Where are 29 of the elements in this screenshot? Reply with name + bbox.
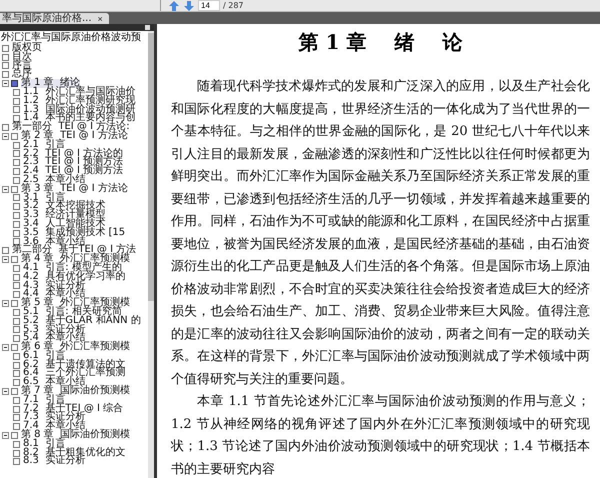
page-number-field[interactable]: 14 (198, 0, 220, 11)
bookmark-item[interactable]: 目次 (12, 52, 32, 62)
body-paragraph: 随着现代科学技术爆炸式的发展和广泛深入的应用，以及生产社会化和国际化程度的大幅度提高，世界经济生活的一体化成为了当代世界的一个基本特征。与之相伴的世界金融的国际化，是 20 世纪七八十年代以来引人注目的最新发展，金融渗透的深刻性和广泛性比以往任何时候都更为鲜明突出。而外汇汇率作为国际金融关系乃至国际经济关系正常发展的重要纽带，已渗透到包括经济生活的几乎一切领域，并发挥着越来越重要的作用。同样，石油作为不可或缺的能源和化工原料，在国民经济中占据重要地位，被誉为国民经济发展的血液，是国民经济基础的基础，由石油资源衍生出的化工产品更是触及人们生活的各个角落。但是国际市场上原油价格波动非常剧烈，不合时宜的买卖决策往往会给投资者造成巨大的经济损失，也会给石油生产、加工、消费、贸易企业带来巨大风险。值得注意的是汇率的波动往往又会影响国际油价的波动，两者之间有一定的联动关系。在这样的背景下，外汇汇率与国际油价波动预测就成了学术领域中两个值得研究与关注的重要问题。 (171, 78, 590, 388)
close-tab-button[interactable]: × (98, 14, 103, 24)
bookmark-item[interactable]: 版权页 (12, 44, 42, 53)
bookmarks-title: 外汇汇率与国际原油价格波动预 (0, 32, 142, 43)
collapse-toggle-icon[interactable] (2, 256, 9, 264)
bookmark-item[interactable]: 7.1 引言 (23, 396, 66, 405)
collapse-toggle-icon[interactable] (2, 344, 9, 351)
bookmark-item[interactable]: 6.1 引言 (23, 352, 66, 361)
bookmark-item[interactable]: 2.1 引言 (23, 140, 66, 150)
collapse-toggle-icon[interactable] (2, 186, 9, 193)
next-page-button[interactable] (183, 0, 195, 12)
body-paragraph: 本章 1.1 节首先论述外汇汇率与国际油价波动预测的作用与意义；1.2 节从神经网络的视角评述了国内外在外汇汇率预测领域中的研究现状；1.3 节论述了国内外油价波动预测领域中的研究现状；1.4 节概括本书的主要研究内容 (171, 393, 590, 478)
bookmark-item[interactable]: 8.1 引言 (23, 440, 66, 449)
bookmark-item[interactable]: 3.5 集成预测技术 [15 (23, 228, 126, 238)
document-tab[interactable]: 率与国际原油价格... × (0, 13, 109, 24)
page-count: / 287 (223, 1, 244, 10)
bookmark-item[interactable]: 序言 (12, 62, 32, 70)
collapse-toggle-icon[interactable] (2, 432, 9, 439)
bookmark-item[interactable]: 8.3 实证分析 (23, 457, 86, 466)
collapse-toggle-icon[interactable] (2, 388, 9, 395)
collapse-toggle-icon[interactable] (2, 80, 9, 88)
collapse-toggle-icon[interactable] (2, 132, 9, 140)
previous-page-button[interactable] (168, 0, 180, 12)
bookmark-item[interactable]: 4.2 具有优化学习率的 (23, 272, 126, 282)
chapter-title: 第 1 章 绪 论 (298, 30, 464, 54)
bookmark-item[interactable]: 5.1 引言: 相关研究简 (23, 308, 122, 317)
collapse-toggle-icon[interactable] (2, 300, 9, 307)
